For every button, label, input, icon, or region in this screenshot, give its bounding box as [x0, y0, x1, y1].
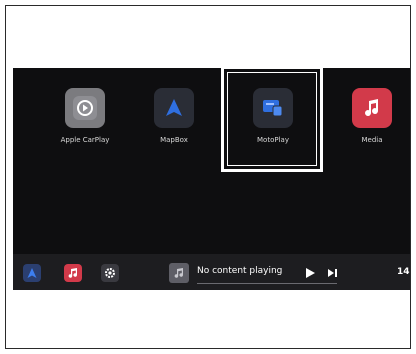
bottom-dock: No content playing 14:5: [13, 254, 410, 290]
now-playing-text: No content playing: [197, 266, 283, 276]
now-playing-artwork[interactable]: [169, 263, 189, 283]
app-label: MapBox: [160, 136, 188, 144]
dock-settings-button[interactable]: [101, 264, 119, 282]
clock: 14:5: [397, 267, 410, 277]
play-button[interactable]: [303, 265, 317, 279]
play-icon: [306, 268, 315, 278]
carplay-icon: [65, 88, 105, 128]
dock-navigation-button[interactable]: [23, 264, 41, 282]
progress-track: [197, 283, 337, 284]
music-note-icon: [174, 268, 183, 278]
navigation-arrow-icon: [154, 88, 194, 128]
app-apple-carplay[interactable]: Apple CarPlay: [40, 88, 130, 144]
skip-next-icon: [328, 269, 337, 277]
music-note-icon: [68, 268, 77, 278]
app-label: Media: [361, 136, 383, 144]
app-mapbox[interactable]: MapBox: [129, 88, 219, 144]
app-media[interactable]: Media: [327, 88, 410, 144]
next-button[interactable]: [326, 265, 340, 279]
dock-music-button[interactable]: [64, 264, 82, 282]
app-label: Apple CarPlay: [60, 136, 110, 144]
gear-icon: [105, 268, 115, 278]
head-unit-screen: Apple CarPlay MapBox MotoPlay Media No c…: [13, 68, 410, 290]
selection-highlight-inner: [227, 72, 317, 166]
navigation-arrow-icon: [27, 268, 37, 278]
music-note-icon: [352, 88, 392, 128]
